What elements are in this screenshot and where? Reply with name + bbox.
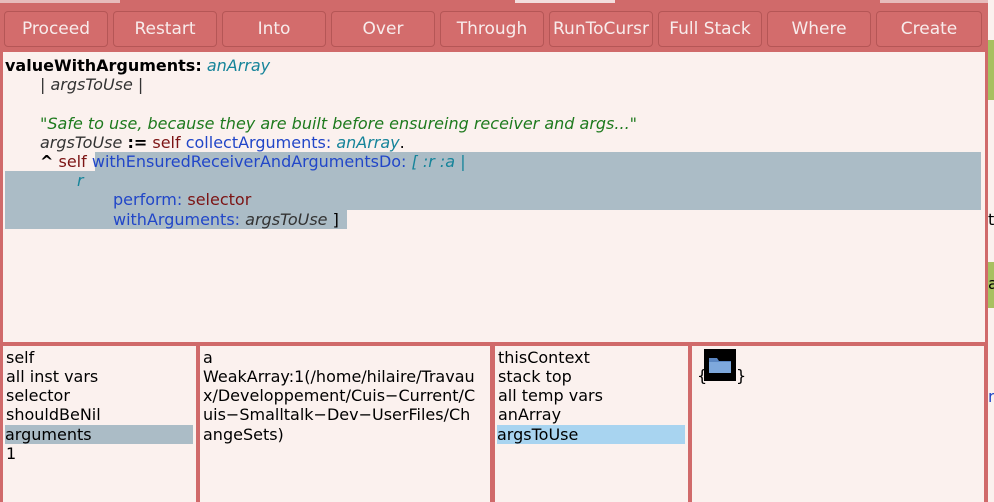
statement-end: .	[399, 133, 405, 152]
list-item[interactable]: stack top	[498, 367, 572, 386]
folder-icon	[704, 349, 736, 381]
strip-segment	[880, 0, 988, 3]
restart-button[interactable]: Restart	[113, 11, 217, 47]
list-item[interactable]: thisContext	[498, 348, 590, 367]
list-item[interactable]: 1	[6, 444, 16, 463]
list-item[interactable]: shouldBeNil	[6, 405, 101, 424]
list-item[interactable]: selector	[6, 386, 70, 405]
background-window-edge: t a r	[988, 0, 994, 502]
code-pane[interactable]: valueWithArguments: anArray | argsToUse …	[3, 52, 985, 342]
code-comment: "Safe to use, because they are built bef…	[40, 114, 638, 133]
value-text-line: uis−Smalltalk−Dev−UserFiles/Ch	[203, 405, 471, 424]
message-selector: perform:	[113, 190, 183, 209]
list-item[interactable]: all temp vars	[498, 386, 603, 405]
into-button[interactable]: Into	[222, 11, 326, 47]
value-text-line: a	[203, 348, 213, 367]
message-selector: withEnsuredReceiverAndArgumentsDo:	[91, 152, 407, 171]
message-selector: withArguments:	[113, 210, 241, 229]
return-caret: ^	[40, 152, 54, 171]
value-text-line: angeSets)	[203, 425, 284, 444]
instance-variable: selector	[187, 190, 252, 209]
debugger-toolbar: Proceed Restart Into Over Through RunToC…	[0, 8, 988, 52]
self-keyword: self	[58, 152, 87, 171]
strip-segment	[0, 0, 120, 3]
receiver-inspector-list[interactable]: self all inst vars selector shouldBeNil …	[3, 346, 196, 502]
method-argument: anArray	[206, 56, 271, 75]
temp-variable: argsToUse	[40, 133, 123, 152]
value-text-line: WeakArray:1(/home/hilaire/Travau	[203, 367, 475, 386]
edge-char: t	[988, 210, 994, 229]
list-item-selected[interactable]: arguments	[5, 425, 193, 444]
edge-char: a	[988, 274, 994, 293]
code-line-perform: perform: selector	[113, 190, 251, 209]
edge-block	[988, 40, 994, 100]
list-item-selected[interactable]: argsToUse	[497, 425, 685, 444]
temporaries: | argsToUse |	[40, 75, 144, 94]
where-button[interactable]: Where	[767, 11, 871, 47]
over-button[interactable]: Over	[331, 11, 435, 47]
temp-variable: argsToUse	[245, 210, 328, 229]
create-button[interactable]: Create	[876, 11, 982, 47]
block-close: ]	[332, 210, 339, 229]
message-argument: anArray	[336, 133, 400, 152]
full-stack-button[interactable]: Full Stack	[658, 11, 762, 47]
list-item[interactable]: self	[6, 348, 34, 367]
through-button[interactable]: Through	[440, 11, 544, 47]
close-brace: }	[736, 366, 747, 385]
code-line-with-arguments: withArguments: argsToUse ]	[113, 210, 339, 229]
window-top-strip	[0, 0, 988, 8]
assign-operator: :=	[127, 133, 148, 152]
code-line-temps: | argsToUse |	[40, 75, 143, 94]
value-text-line: x/Developpement/Cuis−Current/C	[203, 386, 476, 405]
receiver-value-pane[interactable]: a WeakArray:1(/home/hilaire/Travau x/Dev…	[200, 346, 490, 502]
list-item[interactable]: anArray	[498, 405, 561, 424]
message-selector: collectArguments:	[185, 133, 332, 152]
code-line-comment: "Safe to use, because they are built bef…	[40, 114, 637, 133]
code-line-signature: valueWithArguments: anArray	[5, 56, 270, 75]
method-selector: valueWithArguments:	[5, 56, 202, 75]
code-line-block-receiver: r	[77, 171, 84, 190]
block-args: [ :r :a |	[411, 152, 466, 171]
strip-segment	[515, 0, 615, 3]
list-item[interactable]: all inst vars	[6, 367, 98, 386]
block-variable: r	[77, 171, 84, 190]
code-line-assignment: argsToUse := self collectArguments: anAr…	[40, 133, 405, 152]
proceed-button[interactable]: Proceed	[4, 11, 108, 47]
context-inspector-list[interactable]: thisContext stack top all temp vars anAr…	[495, 346, 688, 502]
edge-char: r	[988, 387, 994, 406]
self-keyword: self	[152, 133, 181, 152]
code-line-return: ^ self withEnsuredReceiverAndArgumentsDo…	[40, 152, 466, 171]
context-value-pane[interactable]: { }	[692, 346, 984, 502]
run-to-cursor-button[interactable]: RunToCursr	[549, 11, 653, 47]
